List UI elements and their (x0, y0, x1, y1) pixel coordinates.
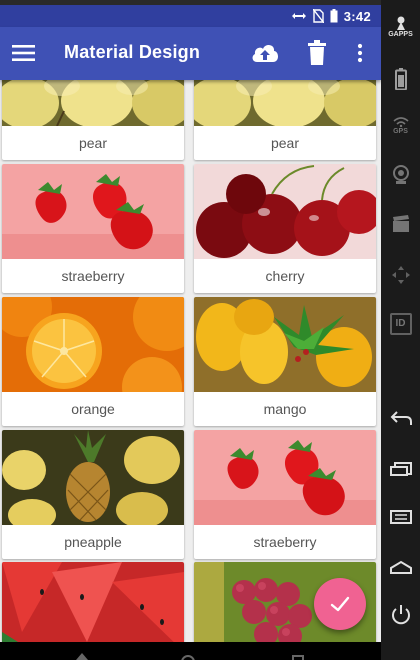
system-nav-bar (0, 642, 381, 660)
gps-label: GPS (393, 128, 408, 135)
more-vert-icon (357, 43, 363, 63)
status-bar-rim (0, 0, 381, 5)
card-label: pear (270, 135, 300, 151)
menu-button[interactable] (12, 41, 36, 65)
dpad-icon (391, 266, 410, 284)
status-bar: 3:42 (0, 0, 381, 27)
card-label: straeberry (253, 534, 317, 550)
pear-photo (194, 80, 376, 126)
confirm-fab[interactable] (314, 578, 366, 630)
recent-apps-icon (389, 462, 412, 476)
grid-card[interactable]: pneapple (2, 430, 184, 559)
menu-key-icon (389, 510, 412, 524)
power-icon (391, 605, 410, 625)
screen-record-button[interactable] (381, 215, 420, 233)
card-label: orange (71, 401, 115, 417)
dpad-button[interactable] (381, 265, 420, 285)
menu-hw-button[interactable] (381, 510, 420, 524)
card-label: cherry (265, 268, 305, 284)
check-icon (330, 596, 350, 612)
grid-card[interactable]: cherry (194, 164, 376, 293)
gps-button[interactable]: GPS (381, 117, 420, 135)
app-bar: Material Design (0, 27, 381, 80)
photo-grid: pear pear straeberry cherry orange mango… (0, 80, 381, 660)
recent-apps-button[interactable] (381, 462, 420, 476)
camera-button[interactable] (381, 165, 420, 185)
id-label: ID (395, 318, 406, 329)
wifi-icon (392, 117, 409, 127)
strawberry-photo (194, 430, 376, 525)
menu-icon (12, 45, 35, 61)
pineapple-photo (2, 430, 184, 525)
id-badge: ID (389, 313, 412, 335)
strawberry-photo (2, 164, 184, 259)
battery-panel-button[interactable] (381, 68, 420, 90)
device-id-button[interactable]: ID (381, 313, 420, 335)
gapps-button[interactable]: GAPPS (381, 16, 420, 38)
status-icons: 3:42 (291, 8, 371, 24)
card-label: pneapple (64, 534, 122, 550)
grid-card[interactable]: orange (2, 297, 184, 426)
clapperboard-icon (392, 215, 409, 232)
webcam-icon (392, 165, 409, 184)
home-icon (389, 560, 412, 574)
card-label: straeberry (61, 268, 125, 284)
pear-photo (2, 80, 184, 126)
app-title: Material Design (64, 42, 201, 62)
back-arrow-icon (390, 411, 412, 425)
cloud-upload-icon (252, 45, 278, 62)
power-button[interactable] (381, 604, 420, 626)
card-label: pear (78, 135, 108, 151)
data-arrows-icon (291, 10, 307, 22)
grid-card[interactable]: pear (194, 80, 376, 160)
card-label: mango (263, 401, 307, 417)
more-options-button[interactable] (350, 40, 370, 66)
home-button[interactable] (381, 560, 420, 574)
grid-card[interactable]: mango (194, 297, 376, 426)
mango-photo (194, 297, 376, 392)
phone-screen: 3:42 Material Design pear pear straeberr… (0, 0, 381, 660)
recents-nav-icon[interactable] (292, 655, 304, 660)
gapps-icon (396, 16, 405, 30)
emulator-side-panel: GAPPS GPS ID (381, 0, 420, 660)
back-button[interactable] (381, 410, 420, 426)
orange-photo (2, 297, 184, 392)
status-time: 3:42 (343, 8, 371, 24)
home-nav-icon[interactable] (180, 654, 196, 660)
delete-button[interactable] (306, 40, 328, 66)
grid-card[interactable]: straeberry (2, 164, 184, 293)
battery-icon (394, 68, 407, 90)
battery-icon (330, 9, 338, 23)
grid-card[interactable]: straeberry (194, 430, 376, 559)
no-sim-icon (312, 9, 324, 23)
back-nav-icon[interactable] (75, 652, 89, 660)
upload-button[interactable] (250, 40, 280, 66)
grid-card[interactable]: pear (2, 80, 184, 160)
delete-icon (308, 40, 326, 65)
gapps-label: GAPPS (388, 31, 413, 38)
cherry-photo (194, 164, 376, 259)
